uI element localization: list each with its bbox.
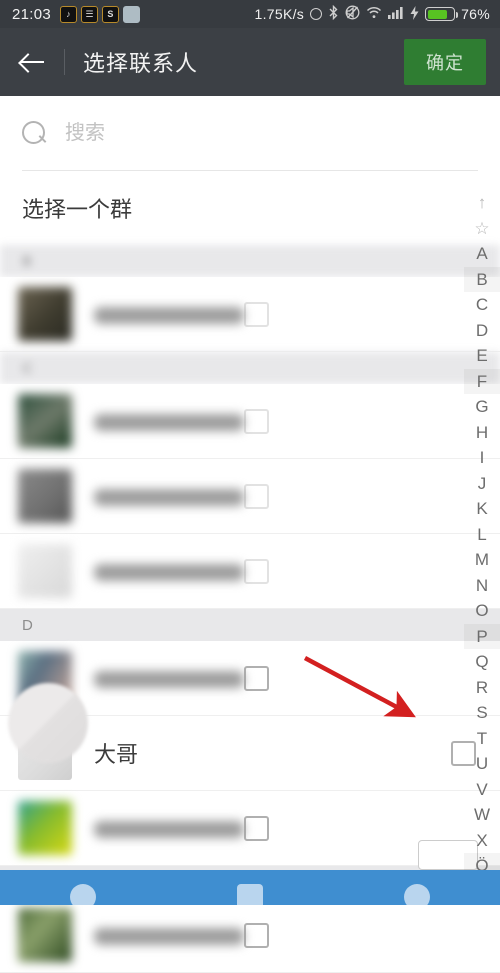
app-badge-4-icon [123,5,141,23]
signal-icon [388,6,404,22]
select-group-label: 选择一个群 [22,197,133,222]
contact-row[interactable] [0,384,500,459]
confirm-button[interactable]: 确定 [404,39,486,85]
status-right-cluster: 1.75K/s 76% [254,4,491,23]
search-input[interactable] [65,121,478,145]
bluetooth-icon [328,4,339,23]
nav-item-3-icon[interactable] [403,884,430,905]
avatar [18,287,72,341]
app-badge-2-icon: ☰ [81,5,99,23]
contact-row[interactable]: 大哥 [0,716,500,791]
index-letter-↑[interactable]: ↑ [464,190,500,216]
index-letter-N[interactable]: N [464,573,500,599]
index-letter-C[interactable]: C [464,292,500,318]
app-bar: 选择联系人 确定 [0,28,500,96]
contact-row[interactable] [0,277,500,352]
index-letter-R[interactable]: R [464,675,500,701]
index-letter-F[interactable]: F [464,368,500,394]
contact-checkbox[interactable] [244,558,269,584]
contact-name [94,413,244,431]
contact-name: 大哥 [94,742,139,767]
contact-row[interactable] [0,534,500,609]
index-letter-☆[interactable]: ☆ [464,216,500,242]
avatar [18,394,72,448]
avatar [18,801,72,855]
section-header-B: B [0,245,500,277]
search-bar[interactable] [0,96,500,170]
battery-icon [425,7,459,21]
battery-fill [427,9,447,19]
mute-icon [345,5,360,23]
status-time: 21:03 [12,5,52,23]
contact-name [94,820,244,838]
charging-bolt-icon [410,5,419,23]
index-letter-M[interactable]: M [464,547,500,573]
index-letter-Q[interactable]: Q [464,649,500,675]
contact-name [94,306,244,324]
avatar [18,726,72,780]
page-title: 选择联系人 [83,51,199,76]
index-letter-J[interactable]: J [464,471,500,497]
appbar-divider [64,49,65,75]
status-bar: 21:03 ♪ ☰ S 1.75K/s 76% [0,0,500,28]
index-letter-A[interactable]: A [464,241,500,267]
back-arrow-icon[interactable] [18,47,48,77]
contact-row[interactable] [0,641,500,716]
status-app-icons: ♪ ☰ S [60,5,141,23]
avatar [18,651,72,705]
contact-name [94,563,244,581]
nav-item-2-icon[interactable] [236,884,263,905]
index-letter-L[interactable]: L [464,522,500,548]
index-letter-B[interactable]: B [464,266,500,292]
index-letter-G[interactable]: G [464,394,500,420]
nav-item-1-icon[interactable] [70,884,97,905]
search-icon [22,120,47,146]
index-letter-S[interactable]: S [464,700,500,726]
index-letter-U[interactable]: U [464,751,500,777]
wifi-icon [366,6,382,22]
index-letter-H[interactable]: H [464,420,500,446]
index-letter-I[interactable]: I [464,445,500,471]
contact-name [94,488,244,506]
section-header-D: D [0,609,500,641]
avatar [18,544,72,598]
index-letter-E[interactable]: E [464,343,500,369]
contact-checkbox[interactable] [244,483,269,509]
index-letter-O[interactable]: O [464,598,500,624]
index-letter-W[interactable]: W [464,802,500,828]
alphabet-index-bar[interactable]: ↑☆ABCDEFGHIJKLMNOPQRSTUVWXÖP [464,190,500,904]
avatar [18,908,72,962]
contact-row[interactable] [0,459,500,534]
contact-checkbox[interactable] [244,665,269,691]
network-speed-label: 1.75K/s [254,6,305,22]
index-letter-T[interactable]: T [464,726,500,752]
contact-checkbox[interactable] [244,922,269,948]
index-letter-P[interactable]: P [464,623,500,649]
contact-name [94,670,244,688]
contact-name [94,927,244,945]
index-letter-V[interactable]: V [464,777,500,803]
sync-ring-icon [310,8,323,20]
avatar [18,469,72,523]
bottom-navigation-bar[interactable] [0,870,500,905]
index-letter-X[interactable]: X [464,828,500,854]
select-group-row[interactable]: 选择一个群 [0,171,500,245]
contact-checkbox[interactable] [244,301,269,327]
app-badge-1-icon: ♪ [60,5,78,23]
contact-checkbox[interactable] [244,408,269,434]
contact-row[interactable] [0,898,500,973]
index-letter-K[interactable]: K [464,496,500,522]
battery-percent-label: 76% [461,6,490,22]
index-letter-D[interactable]: D [464,318,500,344]
contact-checkbox[interactable] [244,815,269,841]
app-badge-3-icon: S [102,5,120,23]
section-header-C: C [0,352,500,384]
